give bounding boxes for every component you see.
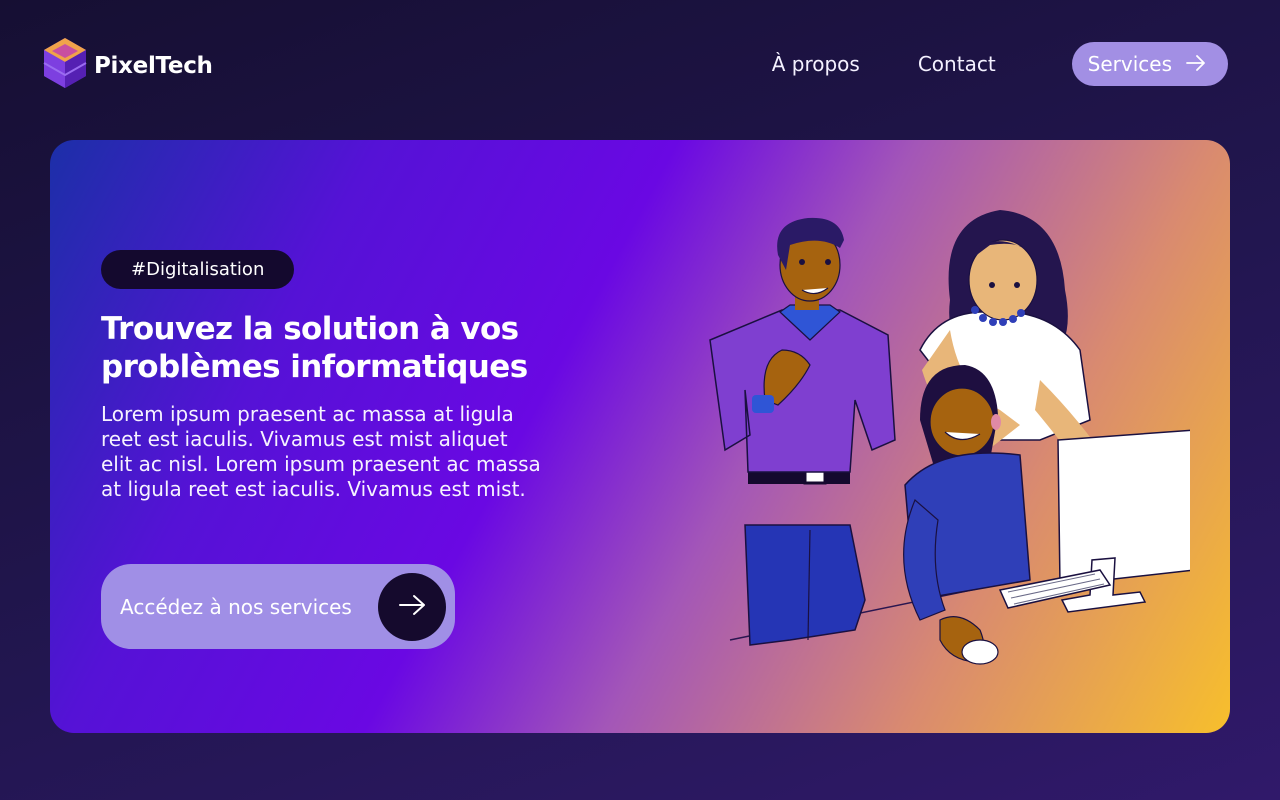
cta-arrow-circle xyxy=(378,572,446,641)
team-at-computer-illustration xyxy=(690,200,1196,680)
cta-label: Accédez à nos services xyxy=(120,594,352,619)
arrow-right-icon xyxy=(398,594,426,620)
services-button-label: Services xyxy=(1087,52,1172,76)
hero-banner: #Digitalisation Trouvez la solution à vo… xyxy=(50,140,1230,733)
site-header: PixelTech À propos Contact Services xyxy=(0,0,1280,130)
services-button[interactable]: Services xyxy=(1071,42,1228,86)
hero-title: Trouvez la solution à vos problèmes info… xyxy=(101,310,571,386)
logo-text: PixelTech xyxy=(94,53,213,79)
logo-link[interactable]: PixelTech xyxy=(40,36,213,96)
hero-description: Lorem ipsum praesent ac massa at ligula … xyxy=(101,402,541,501)
nav-link-contact[interactable]: Contact xyxy=(918,42,996,86)
main-nav: À propos Contact Services xyxy=(772,42,1228,86)
arrow-right-icon xyxy=(1186,52,1206,76)
hashtag-badge: #Digitalisation xyxy=(101,250,295,289)
hero-title-line2: problèmes informatiques xyxy=(101,349,528,385)
cta-services-button[interactable]: Accédez à nos services xyxy=(101,564,455,649)
nav-link-about[interactable]: À propos xyxy=(772,42,860,86)
hero-title-line1: Trouvez la solution à vos xyxy=(101,311,519,347)
cube-logo-icon xyxy=(40,36,90,96)
